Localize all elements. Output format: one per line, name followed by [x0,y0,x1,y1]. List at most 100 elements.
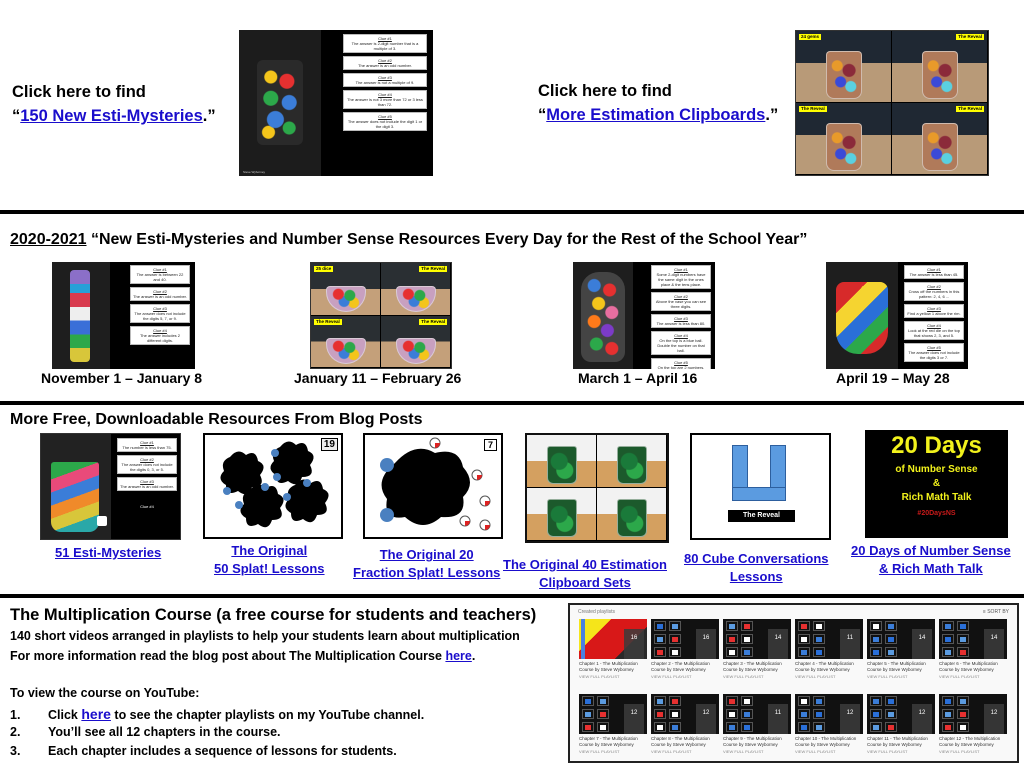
esti-mysteries-link[interactable]: 150 New Esti-Mysteries [20,107,203,125]
playlist-card[interactable]: 11 Chapter 9 - The Multiplication Course … [723,694,791,754]
playlist-title[interactable]: Chapter 8 - The Multiplication Course by… [651,736,719,747]
blog-post-link[interactable]: here [445,649,471,663]
view-full-playlist-link[interactable]: VIEW FULL PLAYLIST [579,674,647,679]
view-full-playlist-link[interactable]: VIEW FULL PLAYLIST [939,749,1007,754]
playlist-card[interactable]: 12 Chapter 7 - The Multiplication Course … [579,694,647,754]
video-count: 14 [984,629,1004,659]
playlist-title[interactable]: Chapter 10 - The Multiplication Course b… [795,736,863,747]
estimation-clipboards-link[interactable]: More Estimation Clipboards [546,106,765,124]
view-full-playlist-link[interactable]: VIEW FULL PLAYLIST [795,674,863,679]
link-text[interactable]: 50 Splat! Lessons [214,560,325,578]
playlist-card[interactable]: 14 Chapter 6 - The Multiplication Course … [939,619,1007,679]
playlist-card[interactable]: 14 Chapter 3 - The Multiplication Course … [723,619,791,679]
link-text[interactable]: The Original 20 [353,546,500,564]
mar-apr-thumbnail[interactable]: Clue #1 Some 2-digit numbers have the sam… [573,262,715,369]
playlist-title[interactable]: Chapter 5 - The Multiplication Course by… [867,661,935,672]
view-full-playlist-link[interactable]: VIEW FULL PLAYLIST [867,749,935,754]
lesson-icon [957,621,969,631]
esti-mysteries-thumbnail[interactable]: Clue #1 The number is less than 75. Clue #… [40,433,181,540]
playlist-thumbnail[interactable]: 12 [579,694,647,734]
lesson-icon [741,634,753,644]
playlist-thumbnail[interactable]: 14 [867,619,935,659]
playlist-title[interactable]: Chapter 1 - The Multiplication Course by… [579,661,647,672]
playlist-thumbnail[interactable]: 12 [651,694,719,734]
step-number: 3. [10,744,21,758]
view-full-playlist-link[interactable]: VIEW FULL PLAYLIST [795,749,863,754]
shapes-jar [51,462,99,532]
playlist-thumbnail[interactable]: 11 [723,694,791,734]
link-text[interactable]: 80 Cube Conversations [684,550,829,568]
playlist-thumbnail[interactable]: 12 [795,694,863,734]
playlist-thumbnail[interactable]: 14 [939,619,1007,659]
playlist-title[interactable]: Chapter 7 - The Multiplication Course by… [579,736,647,747]
twenty-days-thumbnail[interactable]: 20 Days of Number Sense & Rich Math Talk… [865,430,1008,538]
clue-card: Clue #5On the top are 2 numbers. Add the… [651,358,711,369]
esti-mystery-thumbnail[interactable]: Steve Wyborney Clue #1 The answer is 2-di… [239,30,433,176]
jar [396,338,436,364]
twenty-days-link[interactable]: 20 Days of Number Sense & Rich Math Talk [851,542,1011,578]
clipboard-thumbnail[interactable]: 24 gems The Reveal The Reveal The Reveal [795,30,989,176]
jan-feb-thumbnail[interactable]: 25 dice The Reveal The Reveal The Reveal [310,262,452,369]
playlist-title[interactable]: Chapter 11 - The Multiplication Course b… [867,736,935,747]
clue-text: The answer is not a multiple of 9. [355,80,415,85]
playlist-thumbnail[interactable]: 16 [651,619,719,659]
lesson-icon [582,722,594,732]
link-text[interactable]: Clipboard Sets [503,574,667,592]
fraction-splat-thumbnail[interactable]: 7 [363,433,503,539]
clue-card: Clue #2 Above the vase you can see three … [651,292,711,311]
estimation-clipboards-40-link[interactable]: The Original 40 Estimation Clipboard Set… [503,556,667,592]
sort-by[interactable]: ≡ SORT BY [983,609,1009,615]
link-text[interactable]: The Original [214,542,325,560]
link-text[interactable]: & Rich Math Talk [851,560,1011,578]
link-text[interactable]: Lessons [684,568,829,586]
playlist-title[interactable]: Chapter 6 - The Multiplication Course by… [939,661,1007,672]
view-full-playlist-link[interactable]: VIEW FULL PLAYLIST [651,749,719,754]
info-text: For more information read the blog post … [10,649,446,663]
playlist-card[interactable]: 14 Chapter 5 - The Multiplication Course … [867,619,935,679]
playlist-title[interactable]: Chapter 12 - The Multiplication Course b… [939,736,1007,747]
nov-jan-thumbnail[interactable]: Clue #1 The answer is between 22 and 40. C… [52,262,195,369]
link-text[interactable]: 51 Esti-Mysteries [55,545,161,560]
link-text[interactable]: 20 Days of Number Sense [851,542,1011,560]
apr-may-thumbnail[interactable]: Clue #1 The answer is less than 45. Clue #… [826,262,968,369]
playlist-card[interactable]: 16 Chapter 1 - The Multiplication Course … [579,619,647,679]
playlist-thumbnail[interactable]: 12 [939,694,1007,734]
view-full-playlist-link[interactable]: VIEW FULL PLAYLIST [651,674,719,679]
playlist-thumbnail[interactable]: 11 [795,619,863,659]
splat-thumbnail[interactable]: 19 [203,433,343,539]
playlist-card[interactable]: 12 Chapter 12 - The Multiplication Course… [939,694,1007,754]
youtube-playlists-screenshot[interactable]: Created playlists ≡ SORT BY 16 Chapter 1 … [568,603,1019,763]
playlist-thumbnail[interactable]: 12 [867,694,935,734]
playlist-card[interactable]: 12 Chapter 11 - The Multiplication Course… [867,694,935,754]
lesson-icon [885,722,897,732]
view-full-playlist-link[interactable]: VIEW FULL PLAYLIST [867,674,935,679]
playlist-title[interactable]: Chapter 2 - The Multiplication Course by… [651,661,719,672]
lesson-icon [957,696,969,706]
playlist-card[interactable]: 11 Chapter 4 - The Multiplication Course … [795,619,863,679]
link-text[interactable]: Fraction Splat! Lessons [353,564,500,582]
cube-conversations-link[interactable]: 80 Cube Conversations Lessons [684,550,829,586]
playlist-card[interactable]: 16 Chapter 2 - The Multiplication Course … [651,619,719,679]
splat-lessons-link[interactable]: The Original 50 Splat! Lessons [214,542,325,578]
playlist-thumbnail[interactable]: 16 [579,619,647,659]
cube-conversations-thumbnail[interactable]: The Reveal [690,433,831,540]
clue-text: On the top is a blue ball. Double the nu… [657,338,705,353]
view-full-playlist-link[interactable]: VIEW FULL PLAYLIST [723,749,791,754]
view-full-playlist-link[interactable]: VIEW FULL PLAYLIST [579,749,647,754]
view-full-playlist-link[interactable]: VIEW FULL PLAYLIST [939,674,1007,679]
lesson-icon [798,634,810,644]
playlist-title[interactable]: Chapter 9 - The Multiplication Course by… [723,736,791,747]
estimation-clipboard-thumbnail[interactable] [525,433,669,543]
lesson-icon [798,709,810,719]
esti-mysteries-51-link[interactable]: 51 Esti-Mysteries [55,544,161,562]
playlist-card[interactable]: 12 Chapter 8 - The Multiplication Course … [651,694,719,754]
playlist-thumbnail[interactable]: 14 [723,619,791,659]
youtube-channel-link[interactable]: here [81,706,111,722]
link-text[interactable]: The Original 40 Estimation [503,556,667,574]
lesson-icon [597,709,609,719]
playlist-card[interactable]: 12 Chapter 10 - The Multiplication Course… [795,694,863,754]
playlist-title[interactable]: Chapter 4 - The Multiplication Course by… [795,661,863,672]
fraction-splat-link[interactable]: The Original 20 Fraction Splat! Lessons [353,546,500,582]
view-full-playlist-link[interactable]: VIEW FULL PLAYLIST [723,674,791,679]
playlist-title[interactable]: Chapter 3 - The Multiplication Course by… [723,661,791,672]
